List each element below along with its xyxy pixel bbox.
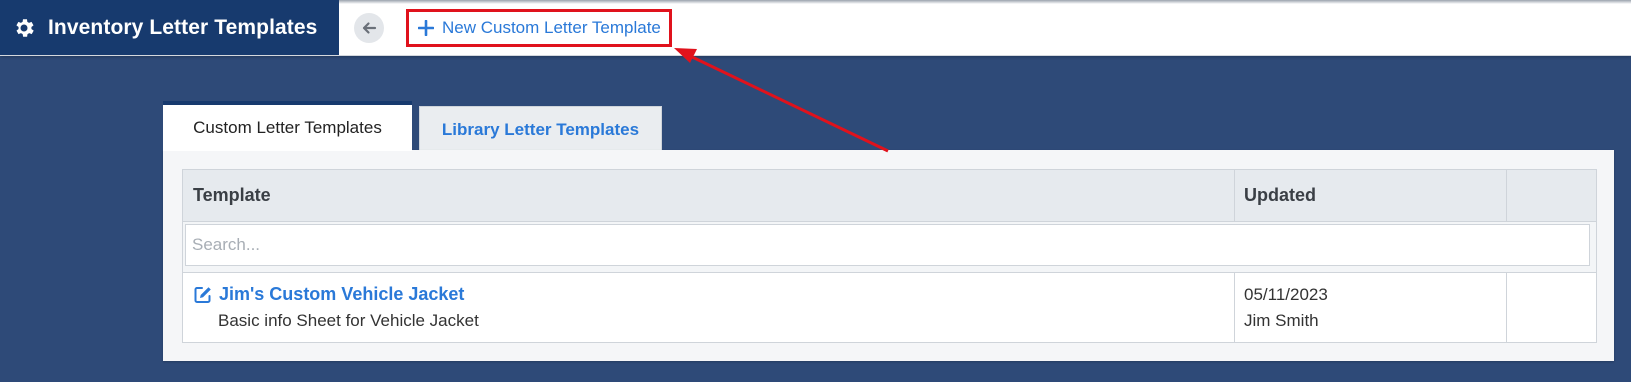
column-divider [1234, 273, 1235, 342]
search-input[interactable] [185, 224, 1590, 266]
gear-icon[interactable] [12, 16, 36, 40]
template-name-link[interactable]: Jim's Custom Vehicle Jacket [219, 284, 464, 305]
column-divider [1506, 273, 1507, 342]
column-divider [1506, 170, 1507, 221]
search-row [183, 222, 1596, 273]
table-header: Template Updated [183, 170, 1596, 222]
tab-label: Library Letter Templates [441, 119, 640, 139]
edit-icon[interactable] [193, 285, 213, 305]
tab-label: Custom Letter Templates [193, 118, 382, 137]
table-row[interactable]: Jim's Custom Vehicle Jacket Basic info S… [183, 273, 1596, 342]
app-title-block: Inventory Letter Templates [0, 0, 339, 55]
new-custom-template-button[interactable]: New Custom Letter Template [406, 9, 672, 47]
updated-date: 05/11/2023 [1244, 285, 1328, 304]
tab-library-letter-templates[interactable]: Library Letter Templates [419, 106, 662, 152]
arrow-left-icon [362, 22, 377, 34]
templates-table: Template Updated Jim's Custom Vehicle Ja… [182, 169, 1597, 343]
template-name-line: Jim's Custom Vehicle Jacket [193, 284, 464, 305]
column-header-template[interactable]: Template [193, 170, 271, 221]
column-header-updated[interactable]: Updated [1244, 170, 1316, 221]
column-divider [1234, 170, 1235, 221]
new-custom-template-label: New Custom Letter Template [442, 18, 661, 37]
templates-panel: Template Updated Jim's Custom Vehicle Ja… [163, 150, 1614, 361]
back-button[interactable] [354, 13, 384, 43]
page-title: Inventory Letter Templates [48, 15, 318, 39]
top-bar: Inventory Letter Templates New Custom Le… [0, 0, 1631, 56]
template-description: Basic info Sheet for Vehicle Jacket [218, 311, 479, 330]
tab-custom-letter-templates[interactable]: Custom Letter Templates [163, 101, 412, 151]
updated-by: Jim Smith [1244, 311, 1319, 330]
plus-icon [418, 20, 434, 36]
